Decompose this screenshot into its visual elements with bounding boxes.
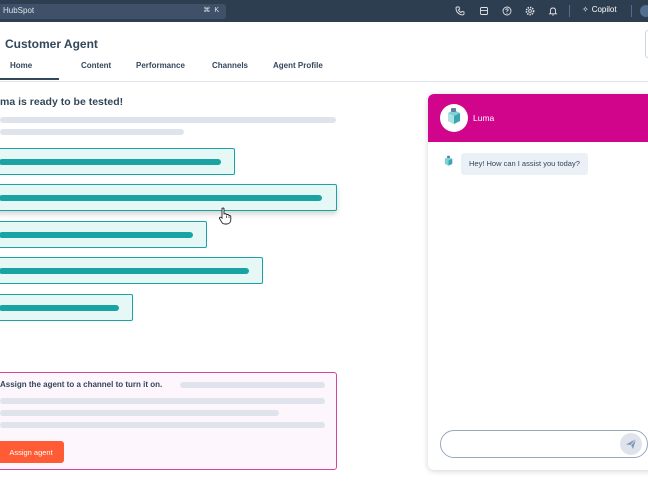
- agent-avatar: [440, 104, 468, 132]
- copilot-label: Copilot: [591, 5, 617, 14]
- agent-message-bubble: Hey! How can I assist you today?: [461, 153, 588, 175]
- topbar-divider: [569, 5, 570, 17]
- settings-gear-icon[interactable]: [525, 6, 535, 16]
- suggestion-text-bar: [0, 232, 193, 238]
- placeholder-text-line: [0, 410, 279, 416]
- luma-bot-icon: [444, 155, 453, 166]
- suggestion-text-bar: [0, 268, 249, 274]
- tab-home[interactable]: Home: [10, 61, 32, 70]
- chat-preview-panel: Luma Hey! How can I assist you today?: [428, 94, 648, 470]
- tab-channels[interactable]: Channels: [212, 61, 248, 70]
- suggestion-card[interactable]: [0, 257, 263, 284]
- page-title: Customer Agent: [5, 37, 98, 51]
- send-button[interactable]: [620, 433, 642, 455]
- search-shortcut-hint: ⌘ K: [203, 7, 220, 14]
- suggestion-card[interactable]: [0, 148, 235, 175]
- search-label: HubSpot: [3, 6, 35, 15]
- agent-name: Luma: [473, 113, 495, 123]
- ready-heading: ma is ready to be tested!: [0, 96, 124, 108]
- suggestion-text-bar: [0, 195, 322, 201]
- suggestion-card[interactable]: [0, 221, 207, 248]
- suggestion-text-bar: [0, 159, 221, 165]
- placeholder-text-line: [180, 382, 325, 388]
- placeholder-text-line: [0, 398, 325, 404]
- marketplace-icon[interactable]: [479, 6, 489, 16]
- suggestion-text-bar: [0, 305, 119, 311]
- send-paper-plane-icon: [626, 438, 637, 449]
- phone-icon[interactable]: [455, 6, 465, 16]
- active-tab-indicator: [0, 78, 59, 80]
- chat-header: Luma: [428, 94, 648, 142]
- global-search-input[interactable]: HubSpot ⌘ K: [0, 4, 226, 19]
- top-nav-bar: HubSpot ⌘ K ✧ Copilot: [0, 0, 648, 22]
- sparkle-icon: ✧: [582, 5, 589, 14]
- tab-performance[interactable]: Performance: [136, 61, 185, 70]
- assign-instruction-text: Assign the agent to a channel to turn it…: [0, 380, 163, 389]
- topbar-divider: [631, 5, 632, 17]
- tabs-divider: [0, 81, 648, 82]
- placeholder-text-line: [0, 129, 184, 135]
- user-avatar[interactable]: [640, 5, 648, 17]
- suggestion-card[interactable]: [0, 184, 337, 211]
- tab-content[interactable]: Content: [81, 61, 111, 70]
- help-icon[interactable]: [502, 6, 512, 16]
- hand-pointer-cursor-icon: [218, 207, 232, 225]
- chat-message-input[interactable]: [440, 430, 648, 458]
- tab-bar: Home Content Performance Channels Agent …: [0, 61, 648, 81]
- copilot-button[interactable]: ✧ Copilot: [582, 5, 617, 14]
- placeholder-text-line: [0, 117, 336, 123]
- notifications-bell-icon[interactable]: [548, 6, 558, 16]
- tab-agent-profile[interactable]: Agent Profile: [273, 61, 323, 70]
- placeholder-text-line: [0, 422, 325, 428]
- suggestion-card[interactable]: [0, 294, 133, 321]
- luma-bot-icon: [448, 108, 460, 124]
- assign-agent-button[interactable]: Assign agent: [0, 441, 64, 463]
